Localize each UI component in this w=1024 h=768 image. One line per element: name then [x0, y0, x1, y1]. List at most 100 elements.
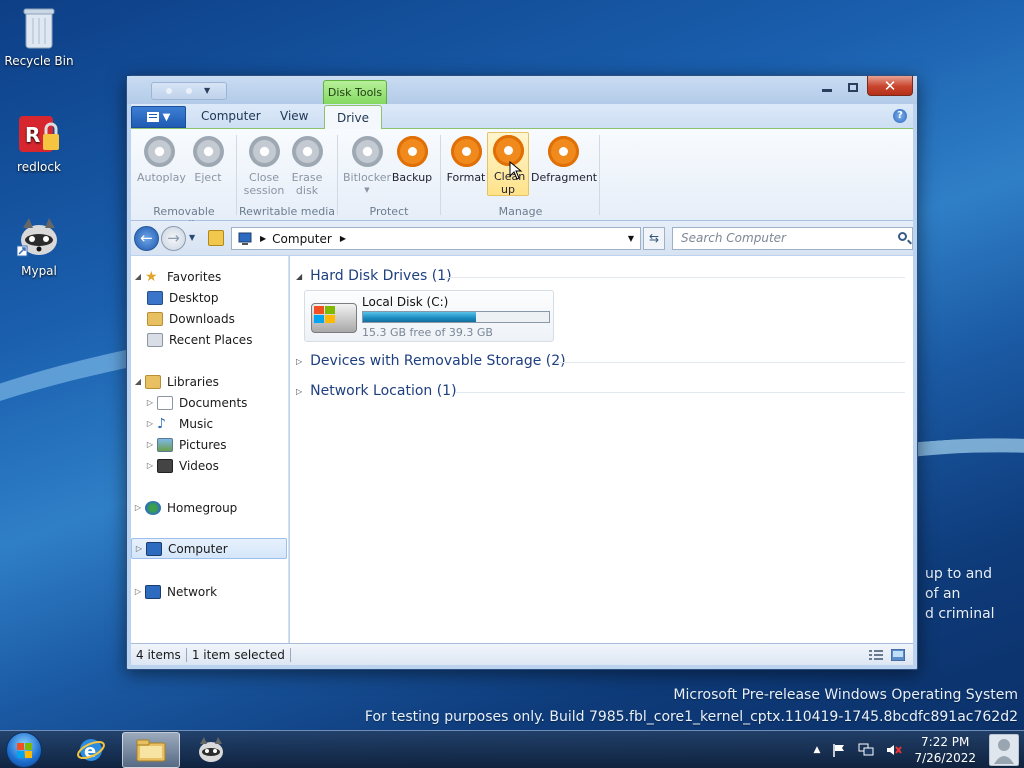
expand-arrow-icon[interactable]: ▷ — [296, 387, 302, 396]
qat-dropdown-icon[interactable]: ▼ — [204, 86, 210, 95]
nav-item-desktop[interactable]: Desktop — [147, 287, 303, 308]
nav-item-recent-places[interactable]: Recent Places — [147, 329, 303, 350]
autoplay-button[interactable]: Autoplay — [137, 134, 186, 184]
bitlocker-button[interactable]: Bitlocker ▼ — [341, 134, 393, 197]
qat-dot-icon[interactable] — [166, 88, 172, 94]
maximize-icon — [848, 83, 858, 92]
defragment-button[interactable]: Defragment — [531, 134, 597, 184]
nav-label: Recent Places — [169, 332, 253, 347]
title-bar[interactable]: ▼ ✕ — [127, 76, 917, 104]
close-session-button[interactable]: Close session — [242, 134, 286, 197]
drive-local-disk-c[interactable]: Local Disk (C:) 15.3 GB free of 39.3 GB — [304, 290, 554, 342]
quick-access-toolbar[interactable]: ▼ — [151, 82, 227, 100]
maximize-button[interactable] — [841, 78, 865, 98]
search-input[interactable]: Search Computer — [672, 227, 913, 250]
format-icon — [450, 136, 482, 167]
expand-arrow-icon[interactable]: ▷ — [132, 544, 146, 553]
clock[interactable]: 7:22 PM 7/26/2022 — [914, 734, 976, 766]
recycle-bin-icon — [17, 6, 61, 50]
file-menu-button[interactable]: ▼ — [131, 106, 186, 128]
desktop-icon-redlock[interactable]: R redlock — [4, 112, 74, 174]
watermark-line-1: Microsoft Pre-release Windows Operating … — [673, 687, 1018, 703]
minimize-icon — [822, 89, 832, 92]
collapse-arrow-icon[interactable]: ◢ — [296, 272, 302, 281]
mypal-raccoon-icon — [17, 216, 61, 260]
search-icon[interactable] — [898, 232, 907, 241]
expand-arrow-icon[interactable]: ▷ — [131, 503, 145, 512]
defragment-icon — [547, 136, 579, 167]
nav-item-documents[interactable]: ▷ Documents — [143, 392, 299, 413]
expand-arrow-icon[interactable]: ▷ — [143, 440, 157, 449]
volume-muted-icon[interactable] — [886, 743, 903, 757]
contextual-tab-disk-tools[interactable]: Disk Tools — [323, 80, 387, 106]
file-menu-icon — [146, 112, 159, 122]
user-tile-button[interactable] — [984, 731, 1024, 768]
background-text-line: up to and — [925, 566, 993, 582]
nav-item-network[interactable]: ▷ Network — [131, 581, 287, 602]
qat-dot-icon[interactable] — [186, 88, 192, 94]
expand-arrow-icon[interactable]: ◢ — [131, 377, 145, 386]
erase-disk-button[interactable]: Erase disk — [285, 134, 329, 197]
backup-button[interactable]: Backup — [390, 134, 434, 184]
bitlocker-label: Bitlocker — [342, 171, 392, 184]
minimize-button[interactable] — [815, 78, 839, 98]
nav-label: Music — [179, 416, 214, 431]
breadcrumb-computer[interactable]: Computer — [272, 232, 332, 246]
format-button[interactable]: Format — [444, 134, 488, 184]
taskbar-internet-explorer[interactable]: e — [62, 732, 120, 768]
navigation-pane: ◢ ★ Favorites Desktop Downloads Recent P… — [131, 256, 289, 644]
group-label: Hard Disk Drives (1) — [310, 268, 452, 284]
help-icon[interactable]: ? — [893, 109, 907, 123]
nav-item-music[interactable]: ▷ ♪ Music — [143, 413, 299, 434]
nav-item-computer[interactable]: ▷ Computer — [131, 538, 287, 559]
drive-usage-fill — [363, 312, 477, 322]
address-bar[interactable]: ▶ Computer ▶ ▼ — [231, 227, 641, 250]
address-dropdown-icon[interactable]: ▼ — [628, 234, 634, 243]
desktop-icon-mypal[interactable]: Mypal — [4, 216, 74, 278]
tab-computer[interactable]: Computer — [201, 109, 261, 123]
group-removable-storage[interactable]: ▷ Devices with Removable Storage (2) — [296, 353, 566, 369]
expand-arrow-icon[interactable]: ◢ — [131, 272, 145, 281]
tab-drive[interactable]: Drive — [324, 105, 382, 130]
group-network-location[interactable]: ▷ Network Location (1) — [296, 383, 457, 399]
nav-label: Desktop — [169, 290, 219, 305]
show-hidden-icons-button[interactable]: ▲ — [814, 745, 821, 755]
expand-arrow-icon[interactable]: ▷ — [296, 357, 302, 366]
tab-view[interactable]: View — [280, 109, 308, 123]
computer-icon — [146, 541, 162, 556]
libraries-icon — [145, 374, 161, 389]
forward-button[interactable]: → — [161, 226, 186, 251]
group-label-protect: Protect — [369, 205, 409, 218]
nav-item-downloads[interactable]: Downloads — [147, 308, 303, 329]
close-button[interactable]: ✕ — [867, 76, 913, 96]
up-folder-button[interactable] — [208, 230, 224, 246]
nav-item-homegroup[interactable]: ▷ Homegroup — [131, 497, 287, 518]
pictures-icon — [157, 437, 173, 452]
nav-item-libraries[interactable]: ◢ Libraries — [131, 371, 287, 392]
recent-locations-dropdown[interactable]: ▼ — [189, 233, 195, 242]
taskbar-explorer[interactable] — [122, 732, 180, 768]
action-center-flag-icon[interactable] — [832, 743, 846, 757]
details-view-icon[interactable] — [869, 649, 883, 661]
taskbar: e ▲ 7:22 PM 7/26/2022 — [0, 730, 1024, 768]
desktop-icon-label: Mypal — [21, 264, 57, 278]
nav-item-pictures[interactable]: ▷ Pictures — [143, 434, 299, 455]
large-icons-view-icon[interactable] — [891, 648, 905, 661]
back-button[interactable]: ← — [134, 226, 159, 251]
nav-item-favorites[interactable]: ◢ ★ Favorites — [131, 266, 287, 287]
eject-button[interactable]: Eject — [186, 134, 230, 184]
expand-arrow-icon[interactable]: ▷ — [143, 461, 157, 470]
start-button[interactable] — [6, 732, 42, 768]
nav-item-videos[interactable]: ▷ Videos — [143, 455, 299, 476]
user-avatar-icon — [989, 734, 1019, 766]
group-hard-disk-drives[interactable]: ◢ Hard Disk Drives (1) — [296, 268, 452, 284]
refresh-button[interactable]: ⇆ — [643, 227, 665, 250]
network-icon[interactable] — [858, 743, 874, 757]
desktop-icon-recycle-bin[interactable]: Recycle Bin — [4, 6, 74, 68]
expand-arrow-icon[interactable]: ▷ — [143, 419, 157, 428]
chevron-down-icon: ▼ — [162, 111, 171, 123]
taskbar-mypal[interactable] — [182, 732, 240, 768]
group-divider — [555, 362, 905, 363]
expand-arrow-icon[interactable]: ▷ — [131, 587, 145, 596]
expand-arrow-icon[interactable]: ▷ — [143, 398, 157, 407]
